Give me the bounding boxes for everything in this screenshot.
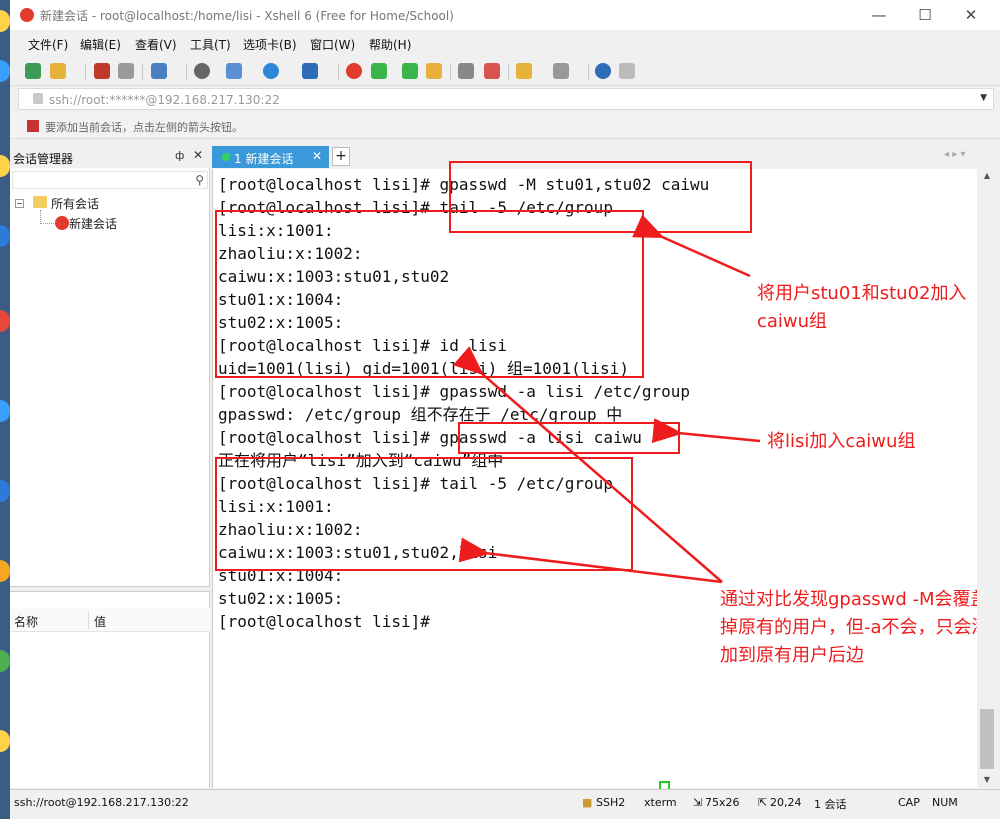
resize-icon: ⇲ xyxy=(693,796,703,809)
lock-icon: ■ xyxy=(582,796,593,809)
desktop-icon xyxy=(0,225,10,247)
status-protocol: SSH2 xyxy=(596,796,626,809)
desktop-icon xyxy=(0,560,10,582)
status-connection: ssh://root@192.168.217.130:22 xyxy=(14,796,189,809)
desktop-icon xyxy=(0,10,10,32)
status-position: 20,24 xyxy=(770,796,802,809)
desktop-background-strip xyxy=(0,0,10,819)
arrow-1 xyxy=(632,214,751,278)
desktop-icon xyxy=(0,650,10,672)
annotation-text-2: 将lisi加入caiwu组 xyxy=(767,431,916,452)
status-terminal-type: xterm xyxy=(644,796,677,809)
arrow-2 xyxy=(651,418,761,444)
desktop-icon xyxy=(0,480,10,502)
status-caps: CAP xyxy=(898,796,920,809)
desktop-icon xyxy=(0,310,10,332)
scroll-thumb[interactable] xyxy=(980,709,994,769)
annotation-text-3: 通过对比发现gpasswd -M会覆盖掉原有的用户，但-a不会，只会添加到原有用… xyxy=(720,589,990,666)
scroll-up-icon[interactable]: ▲ xyxy=(977,171,997,181)
status-bar: ssh://root@192.168.217.130:22 ■ SSH2 xte… xyxy=(10,789,1000,819)
annotation-text-1: 将用户stu01和stu02加入caiwu组 xyxy=(757,283,967,332)
cursor-position-icon: ⇱ xyxy=(758,796,768,809)
terminal-scrollbar[interactable]: ▲ ▼ xyxy=(977,169,997,788)
annotation-arrows xyxy=(452,214,761,584)
status-num: NUM xyxy=(932,796,958,809)
desktop-icon xyxy=(0,155,10,177)
desktop-icon xyxy=(0,60,10,82)
xshell-window: 新建会话 - root@localhost:/home/lisi - Xshel… xyxy=(10,0,1000,819)
desktop-icon xyxy=(0,730,10,752)
arrow-3b xyxy=(458,537,723,584)
scroll-down-icon[interactable]: ▼ xyxy=(977,775,997,785)
status-sessions: 1 会话 xyxy=(814,798,847,811)
status-size: 75x26 xyxy=(705,796,740,809)
arrow-3a xyxy=(452,346,723,583)
desktop-icon xyxy=(0,400,10,422)
